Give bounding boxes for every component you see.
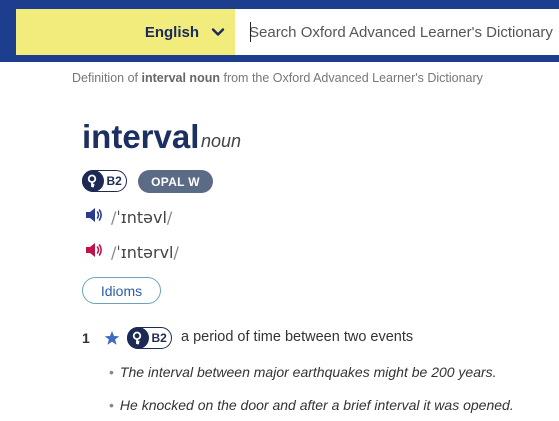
star-icon: [104, 330, 120, 346]
ipa-uk: /ˈɪntəvl/: [111, 208, 173, 227]
bullet: •: [109, 397, 114, 413]
part-of-speech: noun: [201, 131, 242, 151]
pronunciation-uk: /ˈɪntəvl/: [84, 205, 172, 230]
sense-cefr-badge[interactable]: B2: [126, 327, 172, 349]
sense-definition: a period of time between two events: [181, 329, 414, 345]
bullet: •: [109, 364, 114, 380]
cefr-level: B2: [106, 174, 122, 188]
breadcrumb: Definition of interval noun from the Oxf…: [72, 71, 483, 85]
breadcrumb-entry: interval noun: [141, 71, 220, 85]
sense-cefr-level: B2: [151, 331, 167, 345]
opal-badge[interactable]: OPAL W: [138, 170, 213, 193]
chevron-down-icon: [211, 25, 225, 39]
pronunciation-us: /ˈɪntərvl/: [84, 240, 179, 265]
sense-number: 1: [82, 330, 90, 346]
language-selector[interactable]: English: [16, 9, 235, 55]
oxford-key-icon: [81, 170, 104, 192]
search-input[interactable]: [235, 9, 559, 55]
headword: interval: [82, 118, 200, 155]
text-cursor: [250, 22, 251, 42]
breadcrumb-prefix: Definition of: [72, 71, 139, 85]
header-bar: English: [0, 0, 559, 62]
language-label: English: [144, 23, 199, 41]
cefr-badge[interactable]: B2: [81, 170, 127, 192]
ipa-us: /ˈɪntərvl/: [111, 243, 179, 262]
speaker-red-icon[interactable]: [84, 240, 104, 265]
idioms-button[interactable]: Idioms: [82, 277, 161, 304]
breadcrumb-suffix: from the Oxford Advanced Learner's Dicti…: [223, 71, 483, 85]
oxford-key-icon: [126, 327, 149, 349]
example-sentence: • The interval between major earthquakes …: [109, 364, 497, 380]
example-sentence: • He knocked on the door and after a brie…: [109, 397, 514, 413]
speaker-blue-icon[interactable]: [84, 205, 104, 230]
